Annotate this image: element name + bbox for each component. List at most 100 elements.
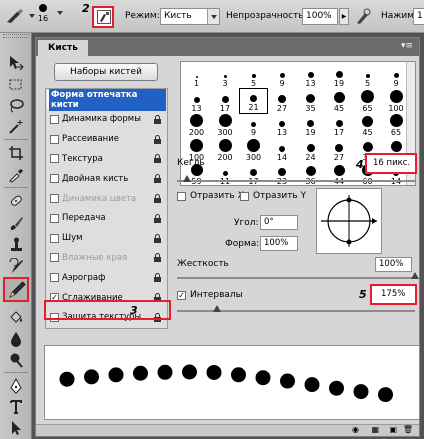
brush-tip-cell[interactable]: 3 xyxy=(211,63,240,89)
hardness-input[interactable]: 100% xyxy=(375,257,412,272)
lock-icon[interactable] xyxy=(153,174,162,184)
lock-icon[interactable] xyxy=(153,114,162,124)
brush-option-item[interactable]: Передача xyxy=(47,209,166,228)
toggle-preview-icon[interactable]: ◉ xyxy=(352,425,359,434)
angle-roundness-widget[interactable] xyxy=(316,188,382,254)
path-selection-tool-icon[interactable] xyxy=(5,418,27,437)
pen-tool-icon[interactable] xyxy=(5,376,27,395)
lock-icon[interactable] xyxy=(153,213,162,223)
flip-x-checkbox[interactable] xyxy=(177,192,186,201)
crop-tool-icon[interactable] xyxy=(5,143,27,162)
brush-picker[interactable]: 16 xyxy=(34,4,52,23)
brush-tip-cell[interactable]: 11 xyxy=(211,161,240,187)
flip-y-checkbox[interactable] xyxy=(240,192,249,201)
brush-tip-cell[interactable]: 200 xyxy=(182,112,211,138)
brush-tip-cell[interactable]: 19 xyxy=(296,112,325,138)
clone-stamp-tool-icon[interactable] xyxy=(5,235,27,254)
spacing-slider-thumb[interactable] xyxy=(213,305,222,312)
hardness-slider[interactable] xyxy=(177,277,415,279)
brush-tip-cell[interactable]: 36 xyxy=(296,161,325,187)
mode-select[interactable]: Кисть xyxy=(160,8,220,25)
healing-brush-tool-icon[interactable] xyxy=(5,191,27,210)
paint-bucket-tool-icon[interactable] xyxy=(5,307,27,326)
brush-tip-cell[interactable]: 13 xyxy=(268,112,297,138)
brush-panel-toggle-button[interactable] xyxy=(92,6,114,28)
brush-option-checkbox[interactable] xyxy=(50,114,59,124)
brush-option-checkbox[interactable] xyxy=(50,233,59,243)
brush-tip-cell[interactable]: 5 xyxy=(239,63,268,89)
brush-option-item[interactable]: Двойная кисть xyxy=(47,169,166,188)
roundness-input[interactable]: 100% xyxy=(260,236,298,251)
brush-presets-button[interactable]: Наборы кистей xyxy=(54,63,158,81)
lock-icon[interactable] xyxy=(153,233,162,243)
history-brush-tool-icon[interactable] xyxy=(5,256,27,275)
brush-tip-cell[interactable]: 5 xyxy=(353,63,382,89)
brush-tip-cell[interactable]: 9 xyxy=(382,63,411,89)
pressure-input[interactable]: 1 xyxy=(413,8,424,25)
brush-tip-cell[interactable]: 1 xyxy=(182,63,211,89)
brush-option-checkbox[interactable] xyxy=(50,253,59,263)
brush-option-item[interactable]: Форма отпечатка кисти xyxy=(47,88,166,111)
lock-icon[interactable] xyxy=(153,134,162,144)
brush-tip-cell[interactable]: 35 xyxy=(296,88,325,114)
brush-tip-cell[interactable]: 14 xyxy=(268,137,297,163)
brush-tip-cell[interactable]: 65 xyxy=(353,88,382,114)
new-preset-icon[interactable]: ▣ xyxy=(389,425,397,434)
eyedropper-tool-icon[interactable] xyxy=(5,165,27,184)
opacity-slider-button[interactable]: ▶ xyxy=(339,8,349,25)
brush-tool-preset-icon[interactable] xyxy=(5,8,35,24)
brush-tip-cell[interactable]: 200 xyxy=(211,137,240,163)
brush-option-item[interactable]: Рассеивание xyxy=(47,130,166,149)
panel-menu-icon[interactable]: ▾≡ xyxy=(401,41,413,51)
size-slider[interactable] xyxy=(177,180,415,182)
grid-view-icon[interactable]: ▦ xyxy=(371,425,379,434)
brush-option-checkbox[interactable] xyxy=(50,213,59,223)
brush-tip-cell[interactable]: 300 xyxy=(211,112,240,138)
tab-brush[interactable]: Кисть xyxy=(38,40,88,56)
brush-tip-cell[interactable]: 9 xyxy=(268,63,297,89)
brush-option-checkbox[interactable] xyxy=(50,134,59,144)
delete-icon[interactable]: 🗑 xyxy=(403,425,413,434)
brush-option-item[interactable]: Аэрограф xyxy=(47,268,166,287)
toolbox-grip[interactable] xyxy=(3,34,29,38)
brush-option-item[interactable]: Динамика цвета xyxy=(47,189,166,208)
pencil-tool-button[interactable] xyxy=(3,277,29,302)
brush-tip-cell[interactable]: 19 xyxy=(325,63,354,89)
brush-tip-cell[interactable]: 300 xyxy=(239,137,268,163)
brush-tip-cell[interactable]: 9 xyxy=(239,112,268,138)
brush-tip-cell[interactable]: 44 xyxy=(325,161,354,187)
airbrush-icon[interactable] xyxy=(355,7,371,25)
brush-option-checkbox[interactable] xyxy=(50,194,59,203)
lock-icon[interactable] xyxy=(153,253,162,263)
size-field[interactable]: 16 пикс. xyxy=(365,153,417,174)
angle-input[interactable]: 0° xyxy=(260,215,298,230)
brush-option-checkbox[interactable] xyxy=(50,174,59,184)
brush-tip-cell[interactable]: 24 xyxy=(296,137,325,163)
lock-icon[interactable] xyxy=(153,273,162,283)
brush-tip-cell[interactable]: 27 xyxy=(325,137,354,163)
blur-tool-icon[interactable] xyxy=(5,329,27,348)
brush-tip-cell[interactable]: 13 xyxy=(296,63,325,89)
opacity-input[interactable]: 100% xyxy=(302,8,338,25)
lasso-tool-icon[interactable] xyxy=(5,96,27,115)
brush-tip-cell[interactable]: 45 xyxy=(353,112,382,138)
marquee-tool-icon[interactable] xyxy=(5,75,27,94)
brush-option-item[interactable]: Текстура xyxy=(47,149,166,168)
move-tool-icon[interactable] xyxy=(5,53,27,72)
brush-tip-cell[interactable]: 21 xyxy=(239,87,268,114)
dodge-tool-icon[interactable] xyxy=(5,350,27,369)
lock-icon[interactable] xyxy=(153,194,162,203)
brush-tip-cell[interactable]: 17 xyxy=(239,161,268,187)
brush-tip-cell[interactable]: 17 xyxy=(325,112,354,138)
brush-option-item[interactable]: Шум xyxy=(47,229,166,248)
size-slider-thumb[interactable] xyxy=(182,175,191,182)
brush-option-checkbox[interactable] xyxy=(50,154,59,164)
magic-wand-tool-icon[interactable] xyxy=(5,117,27,136)
spacing-field[interactable]: 175% xyxy=(370,284,417,305)
brush-tip-cell[interactable]: 65 xyxy=(382,112,411,138)
brush-option-checkbox[interactable] xyxy=(50,273,59,283)
brush-tip-cell[interactable]: 23 xyxy=(268,161,297,187)
brush-tip-cell[interactable]: 27 xyxy=(268,88,297,114)
brush-picker-arrow[interactable] xyxy=(57,11,63,15)
brush-tip-cell[interactable]: 100 xyxy=(382,88,411,114)
